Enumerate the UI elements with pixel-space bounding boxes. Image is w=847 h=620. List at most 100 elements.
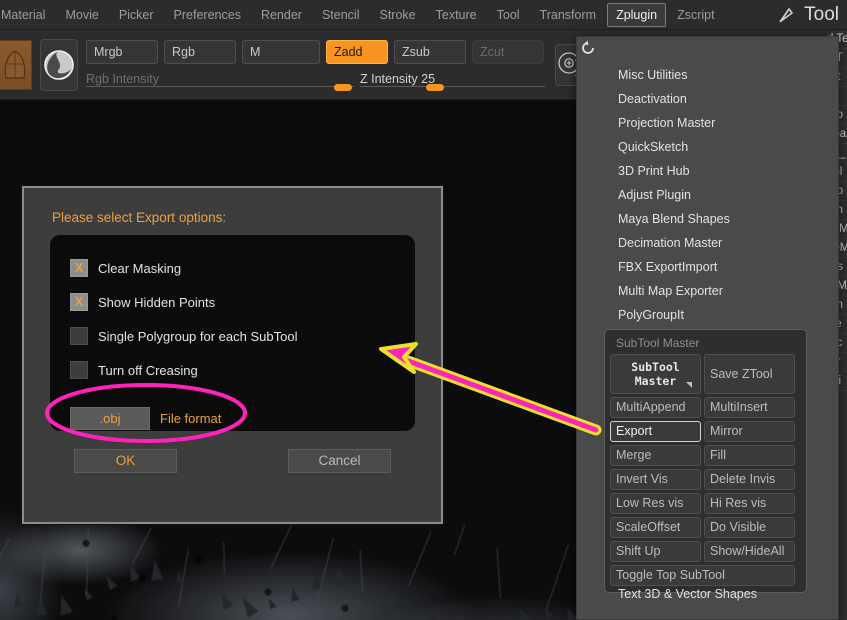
subtool-master-main-button[interactable]: SubTool Master	[610, 354, 701, 394]
triangle-down-icon	[686, 382, 692, 388]
model-detail	[124, 562, 142, 583]
menu-item-texture[interactable]: Texture	[427, 3, 486, 27]
ok-button[interactable]: OK	[74, 449, 177, 473]
reset-arrow-icon[interactable]	[579, 39, 597, 57]
subtool-button-scaleoffset[interactable]: ScaleOffset	[610, 517, 701, 538]
mode-button-zcut[interactable]: Zcut	[472, 40, 544, 64]
export-option-label: Clear Masking	[98, 260, 182, 276]
export-option-row[interactable]: X Show Hidden Points	[50, 285, 415, 319]
model-detail	[34, 596, 48, 615]
subtool-button-multiinsert[interactable]: MultiInsert	[704, 397, 795, 418]
subtool-button-fill[interactable]: Fill	[704, 445, 795, 466]
export-option-row[interactable]: X Single Polygroup for each SubTool	[50, 319, 415, 353]
model-detail	[332, 565, 348, 587]
model-detail	[102, 573, 118, 590]
model-detail	[541, 605, 553, 619]
z-intensity-slider[interactable]: Z Intensity 25	[360, 69, 545, 91]
zplugin-menu-item-maya-blend-shapes[interactable]: Maya Blend Shapes	[577, 207, 838, 231]
subtool-button-mirror[interactable]: Mirror	[704, 421, 795, 442]
export-option-row[interactable]: X Clear Masking	[50, 251, 415, 285]
export-options-dialog: Please select Export options: X Clear Mas…	[22, 186, 443, 524]
main-menubar: Material Movie Picker Preferences Render Sten…	[0, 0, 847, 30]
slider-track	[360, 86, 545, 87]
menu-item-transform[interactable]: Transform	[531, 3, 606, 27]
mode-button-rgb[interactable]: Rgb	[164, 40, 236, 64]
model-detail	[196, 580, 208, 597]
model-detail	[0, 538, 10, 568]
text3d-vector-shapes-item[interactable]: Text 3D & Vector Shapes	[577, 587, 838, 601]
menu-item-material[interactable]: Material	[0, 3, 54, 27]
material-swatch[interactable]	[0, 39, 33, 90]
model-detail	[12, 592, 24, 608]
model-detail	[81, 587, 93, 601]
menu-item-zplugin[interactable]: Zplugin	[607, 2, 667, 27]
file-format-field[interactable]: .obj	[70, 406, 150, 430]
zplugin-menu-item-adjust-plugin[interactable]: Adjust Plugin	[577, 183, 838, 207]
mode-button-zadd[interactable]: Zadd	[326, 40, 388, 64]
subtool-button-low-res-vis[interactable]: Low Res vis	[610, 493, 701, 514]
zplugin-menu-item-deactivation[interactable]: Deactivation	[577, 87, 838, 111]
model-detail	[178, 548, 189, 607]
subtool-master-line1: SubTool	[631, 360, 680, 374]
current-brush-button[interactable]	[40, 38, 78, 91]
slider-track	[86, 86, 354, 87]
subtool-button-show-hideall[interactable]: Show/HideAll	[704, 541, 795, 562]
menu-item-zscript[interactable]: Zscript	[668, 3, 724, 27]
model-detail	[237, 594, 259, 618]
model-detail	[40, 550, 46, 601]
rgb-intensity-slider[interactable]: Rgb Intensity	[86, 69, 354, 91]
model-detail	[175, 570, 183, 583]
zplugin-menu-item-decimation-master[interactable]: Decimation Master	[577, 231, 838, 255]
subtool-button-do-visible[interactable]: Do Visible	[704, 517, 795, 538]
export-option-row[interactable]: X Turn off Creasing	[50, 353, 415, 387]
menu-item-tool[interactable]: Tool	[488, 3, 529, 27]
subtool-master-panel: SubTool Master SubTool Master Save ZTool…	[604, 329, 807, 593]
menu-item-stroke[interactable]: Stroke	[370, 3, 424, 27]
model-detail	[563, 606, 577, 620]
subtool-button-delete-invis[interactable]: Delete Invis	[704, 469, 795, 490]
model-detail	[270, 523, 293, 570]
subtool-button-invert-vis[interactable]: Invert Vis	[610, 469, 701, 490]
zplugin-menu-item-polygroupit[interactable]: PolyGroupIt	[577, 303, 838, 327]
subtool-master-title: SubTool Master	[616, 336, 700, 350]
model-detail	[132, 526, 152, 564]
subtool-button-hi-res-vis[interactable]: Hi Res vis	[704, 493, 795, 514]
checkbox-show-hidden-points[interactable]: X	[70, 293, 88, 311]
cancel-button[interactable]: Cancel	[288, 449, 391, 473]
mode-button-m[interactable]: M	[242, 40, 320, 64]
model-detail	[148, 559, 164, 582]
model-detail	[496, 548, 501, 599]
mode-button-mrgb[interactable]: Mrgb	[86, 40, 158, 64]
menu-item-preferences[interactable]: Preferences	[165, 3, 250, 27]
model-detail	[493, 615, 509, 620]
zplugin-menu-item-multi-map-exporter[interactable]: Multi Map Exporter	[577, 279, 838, 303]
menu-item-picker[interactable]: Picker	[110, 3, 163, 27]
save-ztool-button[interactable]: Save ZTool	[704, 354, 795, 394]
model-detail	[513, 605, 535, 620]
zplugin-menu-item-fbx-exportimport[interactable]: FBX ExportImport	[577, 255, 838, 279]
toggle-top-subtool-button[interactable]: Toggle Top SubTool	[610, 565, 795, 586]
zplugin-menu-item-misc-utilities[interactable]: Misc Utilities	[577, 63, 838, 87]
checkbox-turn-off-creasing[interactable]: X	[70, 361, 88, 379]
subtool-button-export[interactable]: Export	[610, 421, 701, 442]
checkbox-clear-masking[interactable]: X	[70, 259, 88, 277]
menu-item-render[interactable]: Render	[252, 3, 311, 27]
model-detail	[546, 544, 569, 610]
subtool-button-merge[interactable]: Merge	[610, 445, 701, 466]
mode-button-zsub[interactable]: Zsub	[394, 40, 466, 64]
subtool-button-shift-up[interactable]: Shift Up	[610, 541, 701, 562]
window-title: Tool	[804, 4, 839, 25]
zplugin-menu-item-projection-master[interactable]: Projection Master	[577, 111, 838, 135]
model-detail	[265, 596, 277, 610]
rgb-intensity-label: Rgb Intensity	[86, 72, 159, 86]
slider-knob[interactable]	[334, 84, 352, 91]
zplugin-dropdown-menu: Misc Utilities Deactivation Projection Mas…	[576, 36, 839, 620]
zplugin-menu-item-quicksketch[interactable]: QuickSketch	[577, 135, 838, 159]
checkbox-single-polygroup-for-each-subtool[interactable]: X	[70, 327, 88, 345]
subtool-button-multiappend[interactable]: MultiAppend	[610, 397, 701, 418]
intensity-sliders: Rgb Intensity Z Intensity 25	[86, 69, 545, 91]
model-detail	[359, 550, 363, 592]
menu-item-stencil[interactable]: Stencil	[313, 3, 369, 27]
zplugin-menu-item-3d-print-hub[interactable]: 3D Print Hub	[577, 159, 838, 183]
menu-item-movie[interactable]: Movie	[56, 3, 107, 27]
